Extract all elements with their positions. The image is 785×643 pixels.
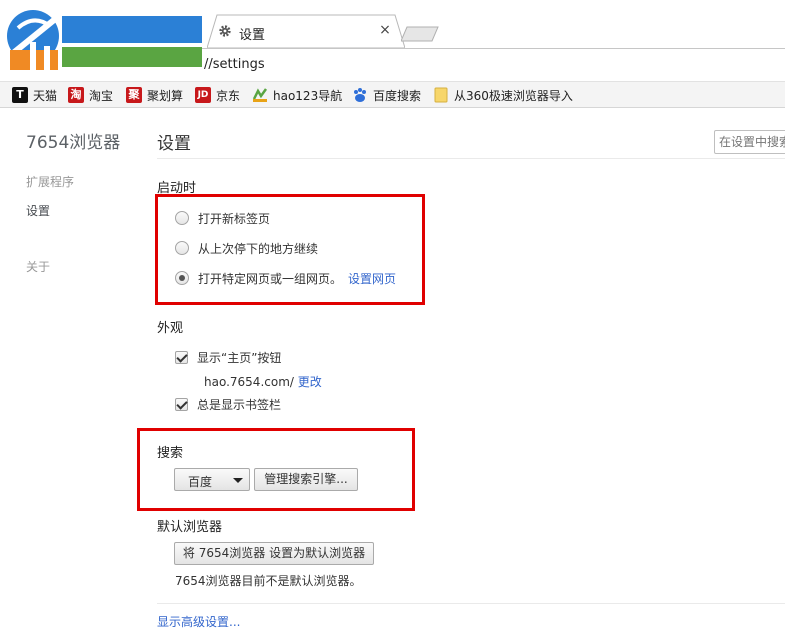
checkbox[interactable] [175, 350, 188, 364]
tab-shape [207, 14, 405, 48]
bottom-divider [157, 603, 785, 604]
default-browser-heading: 默认浏览器 [157, 520, 223, 535]
checkbox[interactable] [175, 397, 188, 411]
address-bar[interactable]: //settings [202, 48, 785, 81]
sidebar-title: 7654浏览器 [26, 133, 121, 153]
logo-mark-icon [7, 10, 59, 70]
tmall-icon: T [12, 87, 28, 103]
home-url: hao.7654.com/ [204, 375, 294, 389]
bookmark-hao123[interactable]: hao123导航 [252, 86, 342, 104]
sidebar-item-settings[interactable]: 设置 [26, 202, 50, 219]
browser-chrome: 设置 × //settings T 天猫 淘 淘宝 聚 聚划算 JD 京东 ha… [0, 0, 785, 108]
bookmarks-bar: T 天猫 淘 淘宝 聚 聚划算 JD 京东 hao123导航 百度搜索 从360… [0, 81, 785, 108]
header-divider [157, 158, 785, 159]
bookmark-taobao[interactable]: 淘 淘宝 [68, 86, 113, 104]
show-bookmarks-checkbox-row[interactable]: 总是显示书签栏 [175, 396, 281, 412]
tab-settings[interactable]: 设置 × [207, 14, 405, 48]
jd-icon: JD [195, 87, 211, 103]
logo-green-bar [62, 47, 202, 67]
bookmark-label: 百度搜索 [373, 88, 422, 103]
bookmark-label: 天猫 [33, 88, 58, 103]
taobao-icon: 淘 [68, 87, 84, 103]
bookmark-label: 从360极速浏览器导入 [454, 88, 573, 103]
bookmark-import-folder[interactable]: 从360极速浏览器导入 [433, 86, 573, 104]
show-advanced-settings-link[interactable]: 显示高级设置... [157, 613, 240, 630]
settings-page: 7654浏览器 扩展程序 设置 关于 设置 启动时 打开新标签页 从上次停下的地… [0, 108, 785, 643]
show-home-button-checkbox-row[interactable]: 显示“主页”按钮 [175, 349, 281, 365]
folder-icon [434, 87, 448, 103]
hao123-icon [252, 88, 268, 102]
address-url[interactable]: //settings [204, 57, 265, 72]
bookmark-label: 京东 [216, 88, 241, 103]
home-url-row: hao.7654.com/ 更改 [204, 373, 322, 390]
bookmark-tmall[interactable]: T 天猫 [12, 86, 57, 104]
tab-title: 设置 [239, 28, 266, 43]
bookmark-juhuasuan[interactable]: 聚 聚划算 [126, 86, 183, 104]
gear-icon [219, 25, 231, 37]
browser-logo [0, 0, 202, 80]
close-icon[interactable]: × [377, 22, 393, 38]
settings-search-input[interactable] [714, 130, 785, 154]
sidebar-item-about[interactable]: 关于 [26, 258, 50, 275]
bookmark-label: hao123导航 [273, 88, 343, 103]
bookmark-label: 淘宝 [89, 88, 114, 103]
appearance-heading: 外观 [157, 321, 184, 336]
checkbox-label: 总是显示书签栏 [197, 397, 282, 412]
startup-highlight-box [155, 194, 425, 305]
set-default-browser-button[interactable]: 将 7654浏览器 设置为默认浏览器 [174, 542, 374, 565]
search-highlight-box [137, 428, 415, 511]
juhuasuan-icon: 聚 [126, 87, 142, 103]
page-title: 设置 [157, 134, 191, 154]
change-home-link[interactable]: 更改 [298, 375, 322, 389]
bookmark-label: 聚划算 [147, 88, 184, 103]
logo-blue-bar [62, 16, 202, 43]
new-tab-button[interactable] [401, 26, 439, 42]
default-browser-status: 7654浏览器目前不是默认浏览器。 [175, 574, 362, 588]
bookmark-baidu[interactable]: 百度搜索 [352, 86, 421, 104]
sidebar-item-extensions[interactable]: 扩展程序 [26, 173, 74, 190]
bookmark-jd[interactable]: JD 京东 [195, 86, 240, 104]
checkbox-label: 显示“主页”按钮 [197, 350, 282, 365]
baidu-paw-icon [354, 88, 366, 102]
